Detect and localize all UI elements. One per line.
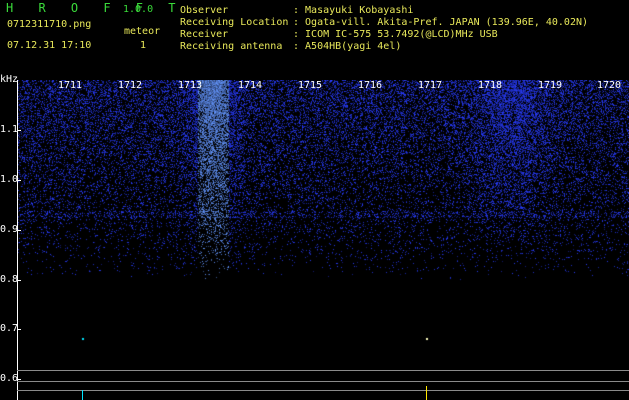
y-tick-label: 0.9 <box>0 224 19 235</box>
baseline-rule <box>17 370 629 371</box>
y-tick-label: 1.1 <box>0 124 19 135</box>
y-tick-mark <box>17 230 21 231</box>
time-label: 1718 <box>478 80 503 91</box>
time-label: 1712 <box>118 80 143 91</box>
time-label: 1719 <box>538 80 563 91</box>
y-tick-label: 0.8 <box>0 274 19 285</box>
baseline-rule <box>17 381 629 382</box>
meteor-count: 1 <box>140 40 147 51</box>
time-label: 1720 <box>597 80 622 91</box>
observer-label: Observer <box>180 5 229 16</box>
spectrogram <box>17 80 629 400</box>
y-tick-mark <box>17 329 21 330</box>
y-unit-label: kHz <box>0 74 19 85</box>
receiver-value: : ICOM IC-575 53.7492(@LCD)MHz USB <box>293 29 498 40</box>
antenna-value: : A504HB(yagi 4el) <box>293 41 402 52</box>
location-value: : Ogata-vill. Akita-Pref. JAPAN (139.96E… <box>293 17 589 28</box>
y-tick-mark <box>17 130 21 131</box>
time-label: 1714 <box>238 80 263 91</box>
y-tick-mark <box>17 379 21 380</box>
y-tick-label: 1.0 <box>0 174 19 185</box>
y-tick-mark <box>17 180 21 181</box>
y-tick-label: 0.6 <box>0 373 19 384</box>
time-label: 1715 <box>298 80 323 91</box>
app-title: H R O F F T <box>6 1 185 15</box>
meteor-label: meteor <box>124 26 161 37</box>
baseline-rule <box>17 390 629 391</box>
filename: 0712311710.png <box>7 19 92 30</box>
receiver-label: Receiver <box>180 29 229 40</box>
time-label: 1713 <box>178 80 203 91</box>
antenna-label: Receiving antenna <box>180 41 283 52</box>
y-tick-label: 0.7 <box>0 323 19 334</box>
signal-marker <box>426 386 427 400</box>
observer-value: : Masayuki Kobayashi <box>293 5 414 16</box>
time-label: 1717 <box>418 80 443 91</box>
app-version: 1.0.0 <box>123 4 154 15</box>
time-label: 1711 <box>58 80 83 91</box>
signal-marker <box>82 390 83 400</box>
timestamp: 07.12.31 17:10 <box>7 40 92 51</box>
y-tick-mark <box>17 280 21 281</box>
location-label: Receiving Location <box>180 17 289 28</box>
time-label: 1716 <box>358 80 383 91</box>
header: H R O F F T 1.0.0 0712311710.png 07.12.3… <box>0 0 629 72</box>
